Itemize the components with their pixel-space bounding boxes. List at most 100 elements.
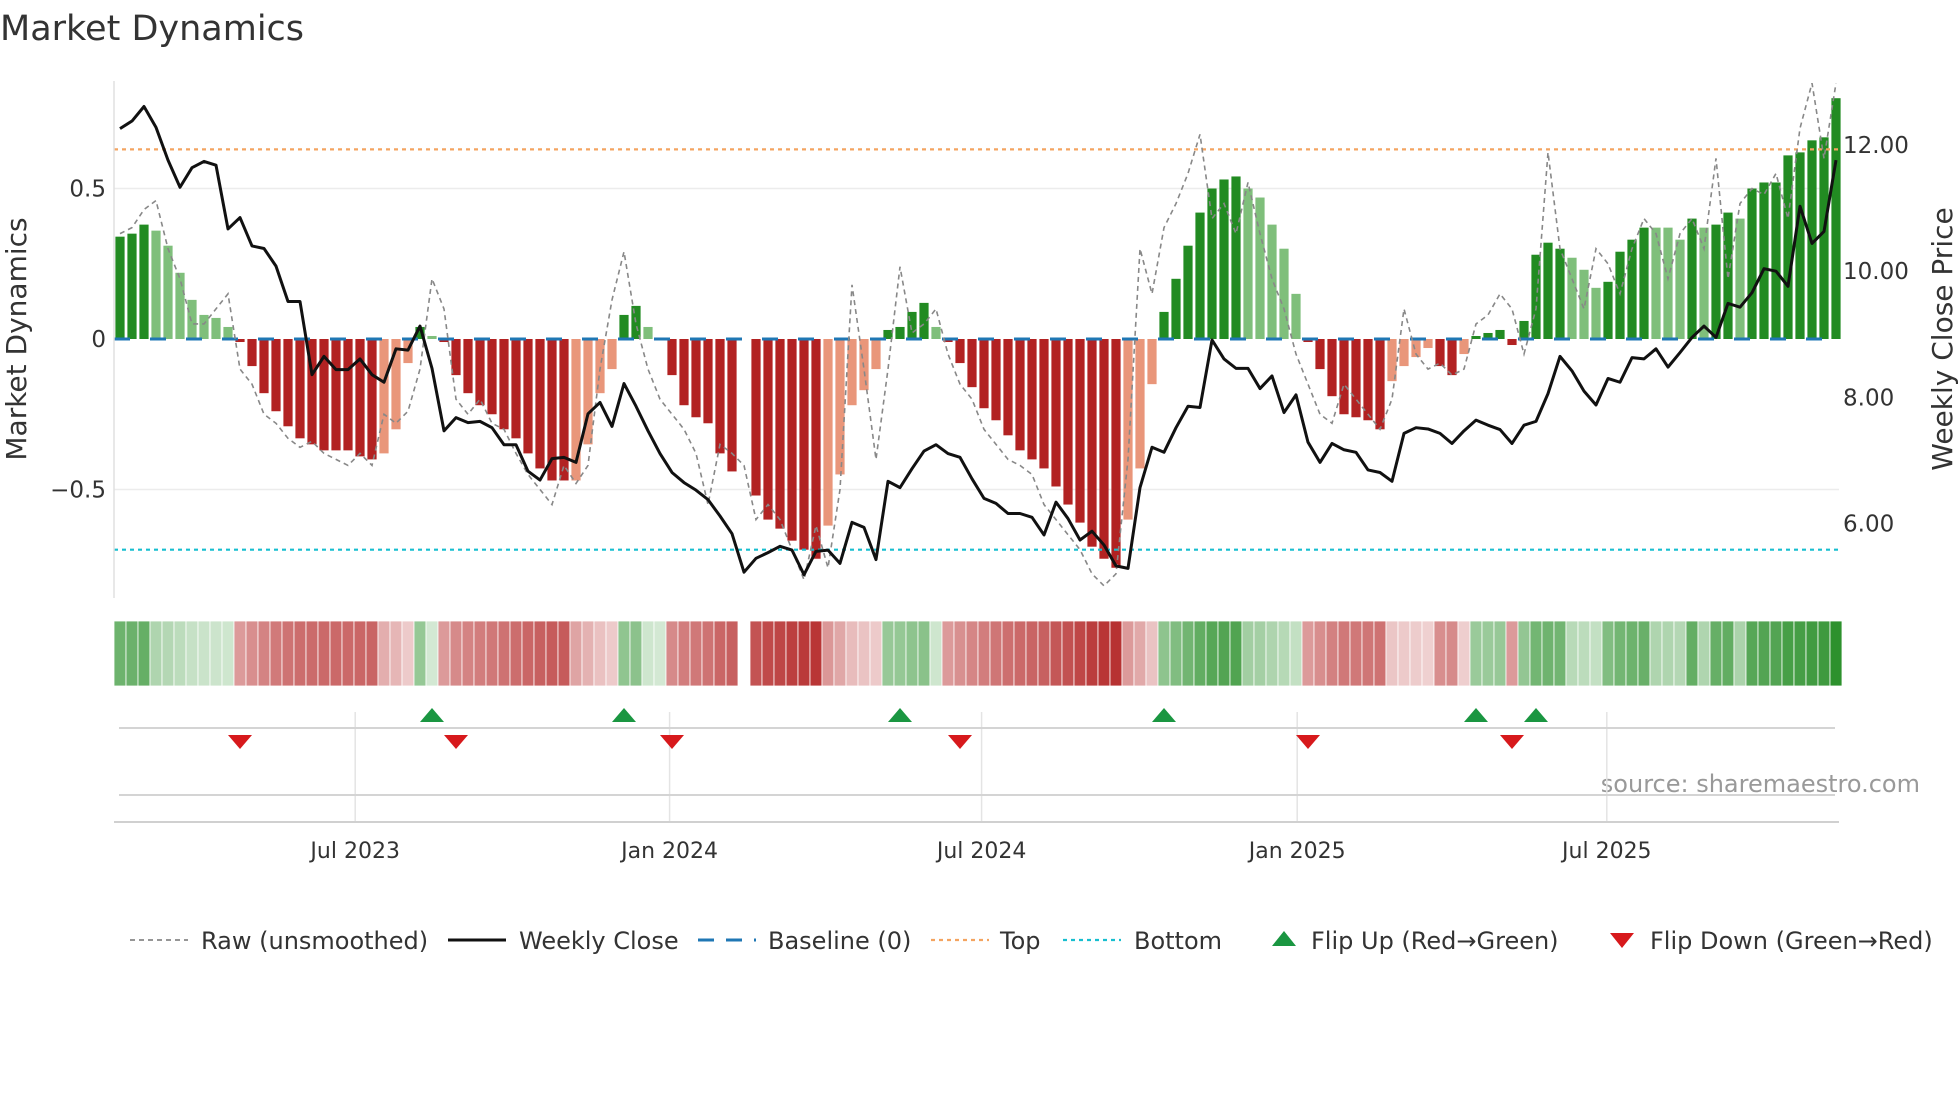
bar [1351, 339, 1361, 418]
legend-label: Weekly Close [519, 927, 679, 955]
strip-cell [593, 620, 607, 687]
bar [1375, 339, 1385, 430]
strip-cell [1325, 620, 1339, 687]
bar [1099, 339, 1109, 559]
strip-cell [281, 620, 295, 687]
strip-cell [449, 620, 463, 687]
bar [1267, 224, 1277, 339]
strip-cell [557, 620, 571, 687]
strip-cell [1469, 620, 1483, 687]
strip-cell [305, 620, 319, 687]
strip-cell [677, 620, 691, 687]
strip-cell [809, 620, 823, 687]
strip-cell [1829, 620, 1843, 687]
bar [523, 339, 533, 454]
weekly-close-line [119, 105, 1838, 577]
strip-cell [1349, 620, 1363, 687]
strip-cell [1361, 620, 1375, 687]
strip-cell [1025, 620, 1039, 687]
strip-cell [1433, 620, 1447, 687]
bar [1207, 188, 1217, 339]
bar [667, 339, 677, 376]
bar [955, 339, 965, 364]
bar [295, 339, 305, 439]
legend: Raw (unsmoothed) Weekly Close Baseline (0)… [130, 927, 1933, 955]
bar [127, 233, 137, 339]
strip-cell [1445, 620, 1459, 687]
bar [871, 339, 881, 370]
bar [1135, 339, 1145, 469]
bar [751, 339, 761, 496]
bar [1015, 339, 1025, 451]
strip-cell [653, 620, 667, 687]
strip-cell [233, 620, 247, 687]
y2-tick-label: 8.00 [1843, 385, 1894, 411]
strip-cell [797, 620, 811, 687]
bar [1567, 257, 1577, 339]
strip-cell [1769, 620, 1783, 687]
flip-markers [119, 708, 1835, 796]
strip-cell [1073, 620, 1087, 687]
bar [1591, 287, 1601, 339]
strip-cell [353, 620, 367, 687]
strip-cell [881, 620, 895, 687]
y2-tick-label: 12.00 [1843, 133, 1909, 159]
bar [607, 339, 617, 370]
bar [1159, 311, 1169, 339]
raw-series-line [119, 82, 1837, 587]
bar [895, 326, 905, 339]
strip-cell [701, 620, 715, 687]
strip-cell [293, 620, 307, 687]
strip-cell [845, 620, 859, 687]
bar [1291, 293, 1301, 339]
bar [199, 314, 209, 339]
strip-cell [1781, 620, 1795, 687]
bar [1579, 269, 1589, 339]
strip-cell [1697, 620, 1711, 687]
bar [487, 339, 497, 415]
strip-cell [1709, 620, 1723, 687]
bar [115, 236, 125, 339]
strip-cell [1685, 620, 1699, 687]
strip-cell [1265, 620, 1279, 687]
strip-cell [329, 620, 343, 687]
strip-cell [1337, 620, 1351, 687]
strip-cell [1805, 620, 1819, 687]
bar [331, 339, 341, 451]
strip-cell [173, 620, 187, 687]
chart-title: Market Dynamics [0, 9, 304, 49]
bar [775, 339, 785, 529]
strip-cell [1421, 620, 1435, 687]
strip-cell [1373, 620, 1387, 687]
bar [187, 299, 197, 339]
flip-down-marker [1296, 735, 1320, 749]
legend-item-bottom: Bottom [1063, 927, 1222, 955]
bar [979, 339, 989, 409]
bar [823, 339, 833, 526]
strip-cell [125, 620, 139, 687]
flip-down-marker [228, 735, 252, 749]
bar [1459, 339, 1469, 355]
strip-cell [569, 620, 583, 687]
legend-label: Top [999, 927, 1041, 955]
bar [379, 339, 389, 454]
strip-cell [437, 620, 451, 687]
strip-cell [1085, 620, 1099, 687]
strip-cell [905, 620, 919, 687]
legend-label: Bottom [1134, 927, 1222, 955]
flip-up-marker [1524, 708, 1548, 722]
x-tick-label: Jan 2024 [619, 839, 718, 864]
strip-cell [725, 620, 739, 687]
bar [691, 339, 701, 418]
strip-cell [641, 620, 655, 687]
strip-cell [401, 620, 415, 687]
strip-cell [1409, 620, 1423, 687]
strip-cell [1121, 620, 1135, 687]
strip-cell [161, 620, 175, 687]
bar [1759, 182, 1769, 339]
strip-cell [953, 620, 967, 687]
strip-cell [1517, 620, 1531, 687]
strip-cell [665, 620, 679, 687]
strip-cell [1757, 620, 1771, 687]
bar [163, 245, 173, 339]
